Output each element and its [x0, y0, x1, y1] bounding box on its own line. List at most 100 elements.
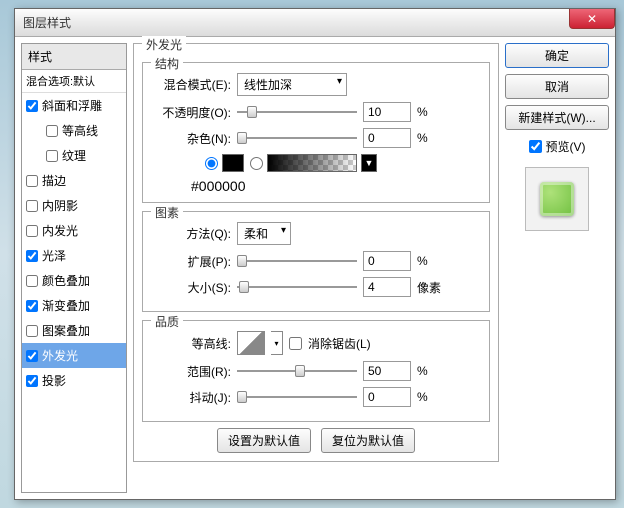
- close-button[interactable]: ✕: [569, 9, 615, 29]
- hex-value: #000000: [191, 178, 481, 194]
- blend-mode-dropdown[interactable]: 线性加深: [237, 73, 347, 96]
- sidebar-item-label: 描边: [42, 172, 66, 189]
- jitter-slider[interactable]: [237, 396, 357, 398]
- reset-default-button[interactable]: 复位为默认值: [321, 428, 415, 453]
- close-icon: ✕: [587, 12, 597, 26]
- main-panel: 外发光 结构 混合模式(E): 线性加深 不透明度(O): % 杂色(N: [133, 43, 499, 493]
- spread-label: 扩展(P):: [151, 253, 231, 270]
- sidebar-item-label: 外发光: [42, 347, 78, 364]
- opacity-label: 不透明度(O):: [151, 104, 231, 121]
- style-checkbox[interactable]: [26, 325, 38, 337]
- solid-color-radio[interactable]: [205, 157, 218, 170]
- outer-glow-group: 外发光 结构 混合模式(E): 线性加深 不透明度(O): % 杂色(N: [133, 43, 499, 462]
- gradient-radio[interactable]: [250, 157, 263, 170]
- elements-subgroup: 图素 方法(Q): 柔和 扩展(P): % 大小(S):: [142, 211, 490, 312]
- noise-input[interactable]: [363, 128, 411, 148]
- preview-box: [525, 167, 589, 231]
- noise-label: 杂色(N):: [151, 130, 231, 147]
- technique-label: 方法(Q):: [151, 225, 231, 242]
- antialias-label: 消除锯齿(L): [308, 335, 371, 352]
- sidebar-item-label: 纹理: [62, 147, 86, 164]
- right-panel: 确定 取消 新建样式(W)... 预览(V): [505, 43, 609, 493]
- style-checkbox[interactable]: [26, 275, 38, 287]
- opacity-slider[interactable]: [237, 111, 357, 113]
- sidebar-item[interactable]: 渐变叠加: [22, 293, 126, 318]
- jitter-unit: %: [417, 390, 447, 404]
- antialias-checkbox[interactable]: [289, 337, 302, 350]
- range-input[interactable]: [363, 361, 411, 381]
- sidebar-blend-default[interactable]: 混合选项:默认: [22, 70, 126, 93]
- quality-subgroup: 品质 等高线: ▾ 消除锯齿(L) 范围(R): %: [142, 320, 490, 422]
- sidebar-item-label: 渐变叠加: [42, 297, 90, 314]
- style-checkbox[interactable]: [26, 225, 38, 237]
- range-unit: %: [417, 364, 447, 378]
- sidebar-item-label: 内阴影: [42, 197, 78, 214]
- quality-title: 品质: [151, 313, 183, 330]
- blend-mode-label: 混合模式(E):: [151, 76, 231, 93]
- contour-picker[interactable]: [237, 331, 265, 355]
- sidebar-header[interactable]: 样式: [22, 44, 126, 70]
- style-checkbox[interactable]: [46, 150, 58, 162]
- structure-subgroup: 结构 混合模式(E): 线性加深 不透明度(O): % 杂色(N):: [142, 62, 490, 203]
- sidebar-item[interactable]: 外发光: [22, 343, 126, 368]
- contour-dropdown-icon[interactable]: ▾: [271, 331, 283, 355]
- size-unit: 像素: [417, 279, 447, 296]
- style-checkbox[interactable]: [46, 125, 58, 137]
- gradient-dropdown-icon[interactable]: ▼: [361, 154, 377, 172]
- style-checkbox[interactable]: [26, 175, 38, 187]
- jitter-label: 抖动(J):: [151, 389, 231, 406]
- new-style-button[interactable]: 新建样式(W)...: [505, 105, 609, 130]
- titlebar[interactable]: 图层样式 ✕: [15, 9, 615, 37]
- preview-label: 预览(V): [546, 138, 586, 155]
- size-label: 大小(S):: [151, 279, 231, 296]
- opacity-input[interactable]: [363, 102, 411, 122]
- gradient-swatch[interactable]: [267, 154, 357, 172]
- styles-sidebar: 样式 混合选项:默认 斜面和浮雕等高线纹理描边内阴影内发光光泽颜色叠加渐变叠加图…: [21, 43, 127, 493]
- sidebar-item-label: 光泽: [42, 247, 66, 264]
- size-slider[interactable]: [237, 286, 357, 288]
- noise-unit: %: [417, 131, 447, 145]
- style-checkbox[interactable]: [26, 100, 38, 112]
- style-checkbox[interactable]: [26, 300, 38, 312]
- sidebar-item-label: 投影: [42, 372, 66, 389]
- sidebar-item[interactable]: 光泽: [22, 243, 126, 268]
- range-label: 范围(R):: [151, 363, 231, 380]
- style-checkbox[interactable]: [26, 250, 38, 262]
- size-input[interactable]: [363, 277, 411, 297]
- preview-checkbox[interactable]: [529, 140, 542, 153]
- opacity-unit: %: [417, 105, 447, 119]
- spread-unit: %: [417, 254, 447, 268]
- ok-button[interactable]: 确定: [505, 43, 609, 68]
- sidebar-item[interactable]: 纹理: [22, 143, 126, 168]
- window-title: 图层样式: [23, 14, 71, 31]
- sidebar-item-label: 斜面和浮雕: [42, 97, 102, 114]
- sidebar-item-label: 等高线: [62, 122, 98, 139]
- technique-dropdown[interactable]: 柔和: [237, 222, 291, 245]
- style-checkbox[interactable]: [26, 200, 38, 212]
- set-default-button[interactable]: 设置为默认值: [217, 428, 311, 453]
- group-title: 外发光: [142, 36, 186, 53]
- spread-input[interactable]: [363, 251, 411, 271]
- sidebar-item-label: 图案叠加: [42, 322, 90, 339]
- sidebar-item[interactable]: 描边: [22, 168, 126, 193]
- style-checkbox[interactable]: [26, 350, 38, 362]
- structure-title: 结构: [151, 55, 183, 72]
- layer-style-dialog: 图层样式 ✕ 样式 混合选项:默认 斜面和浮雕等高线纹理描边内阴影内发光光泽颜色…: [14, 8, 616, 500]
- jitter-input[interactable]: [363, 387, 411, 407]
- sidebar-item[interactable]: 斜面和浮雕: [22, 93, 126, 118]
- sidebar-item[interactable]: 内阴影: [22, 193, 126, 218]
- cancel-button[interactable]: 取消: [505, 74, 609, 99]
- sidebar-item[interactable]: 投影: [22, 368, 126, 393]
- sidebar-item[interactable]: 图案叠加: [22, 318, 126, 343]
- sidebar-item[interactable]: 等高线: [22, 118, 126, 143]
- dialog-content: 样式 混合选项:默认 斜面和浮雕等高线纹理描边内阴影内发光光泽颜色叠加渐变叠加图…: [15, 37, 615, 499]
- sidebar-item-label: 颜色叠加: [42, 272, 90, 289]
- color-swatch[interactable]: [222, 154, 244, 172]
- noise-slider[interactable]: [237, 137, 357, 139]
- spread-slider[interactable]: [237, 260, 357, 262]
- sidebar-item[interactable]: 内发光: [22, 218, 126, 243]
- preview-thumbnail: [540, 182, 574, 216]
- style-checkbox[interactable]: [26, 375, 38, 387]
- sidebar-item[interactable]: 颜色叠加: [22, 268, 126, 293]
- range-slider[interactable]: [237, 370, 357, 372]
